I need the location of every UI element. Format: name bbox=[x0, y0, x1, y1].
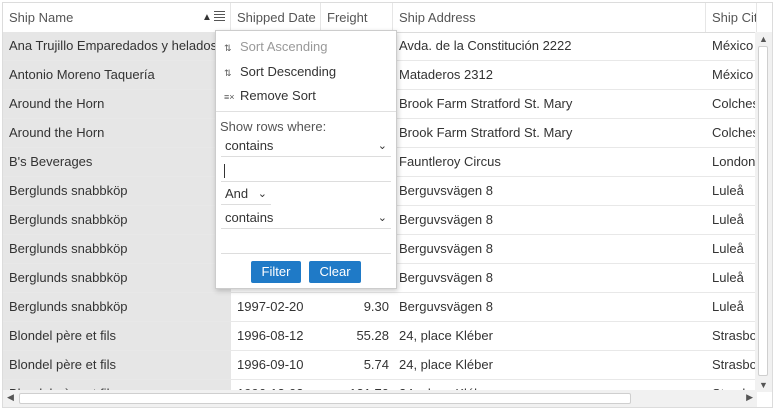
cell-ship-city[interactable]: Luleå bbox=[706, 177, 757, 205]
sort-descending-item[interactable]: ⇅ Sort Descending bbox=[224, 62, 336, 82]
cell-ship-name[interactable]: Berglunds snabbköp bbox=[3, 235, 231, 263]
chevron-down-icon: ⌄ bbox=[377, 212, 387, 224]
cell-ship-name[interactable]: Blondel père et fils bbox=[3, 351, 231, 379]
cell-ship-city[interactable]: Luleå bbox=[706, 206, 757, 234]
cell-ship-name[interactable]: Blondel père et fils bbox=[3, 322, 231, 350]
cell-ship-name[interactable]: Berglunds snabbköp bbox=[3, 177, 231, 205]
cell-freight[interactable]: 55.28 bbox=[321, 322, 393, 350]
remove-sort-item[interactable]: ≡× Remove Sort bbox=[224, 86, 316, 106]
cell-ship-address[interactable]: Berguvsvägen 8 bbox=[393, 177, 706, 205]
cell-ship-city[interactable]: México bbox=[706, 32, 757, 60]
filter-value-2-input[interactable] bbox=[221, 232, 391, 254]
cell-ship-address[interactable]: Brook Farm Stratford St. Mary bbox=[393, 90, 706, 118]
table-row[interactable]: Blondel père et fils 1996-08-12 55.28 24, p… bbox=[3, 322, 757, 351]
column-header-label: Ship Address bbox=[399, 10, 476, 25]
cell-ship-address[interactable]: Mataderos 2312 bbox=[393, 61, 706, 89]
filter-condition-1-value: contains bbox=[225, 138, 274, 153]
scroll-right-icon[interactable]: ▶ bbox=[746, 392, 753, 403]
remove-sort-label: Remove Sort bbox=[240, 88, 316, 103]
cell-ship-name[interactable]: Berglunds snabbköp bbox=[3, 293, 231, 321]
chevron-down-icon: ⌄ bbox=[257, 188, 267, 200]
filter-operator-select[interactable]: And ⌄ bbox=[221, 183, 271, 205]
cell-ship-address[interactable]: 24, place Kléber bbox=[393, 351, 706, 379]
menu-divider bbox=[216, 111, 396, 112]
text-cursor bbox=[224, 164, 225, 178]
table-row[interactable]: Blondel père et fils 1996-09-10 5.74 24, pl… bbox=[3, 351, 757, 380]
cell-ship-city[interactable]: Colchester bbox=[706, 90, 757, 118]
cell-ship-address[interactable]: Fauntleroy Circus bbox=[393, 148, 706, 176]
scroll-up-icon[interactable]: ▲ bbox=[759, 34, 768, 44]
cell-ship-name[interactable]: Berglunds snabbköp bbox=[3, 264, 231, 292]
column-filter-menu: ⇅ Sort Ascending ⇅ Sort Descending ≡× Remov… bbox=[215, 30, 397, 289]
cell-ship-name[interactable]: Ana Trujillo Emparedados y helados bbox=[3, 32, 231, 60]
scroll-down-icon[interactable]: ▼ bbox=[759, 380, 768, 390]
sort-descending-label: Sort Descending bbox=[240, 64, 337, 79]
clear-button[interactable]: Clear bbox=[309, 261, 361, 283]
vertical-scrollbar[interactable]: ▲ ▼ bbox=[755, 32, 772, 392]
cell-ship-city[interactable]: Luleå bbox=[706, 264, 757, 292]
cell-ship-name[interactable]: B's Beverages bbox=[3, 148, 231, 176]
cell-shipped-date[interactable]: 1997-02-20 bbox=[231, 293, 321, 321]
cell-ship-name[interactable]: Around the Horn bbox=[3, 90, 231, 118]
cell-ship-name[interactable]: Berglunds snabbköp bbox=[3, 206, 231, 234]
table-row[interactable]: Berglunds snabbköp 1997-02-20 9.30 Berguvsv… bbox=[3, 293, 757, 322]
cell-shipped-date[interactable]: 1996-08-12 bbox=[231, 322, 321, 350]
show-rows-where-label: Show rows where: bbox=[220, 119, 327, 134]
column-header-label: Ship Name bbox=[9, 10, 74, 25]
column-menu-icon[interactable] bbox=[214, 11, 225, 23]
cell-ship-city[interactable]: Luleå bbox=[706, 235, 757, 263]
cell-ship-address[interactable]: Berguvsvägen 8 bbox=[393, 206, 706, 234]
vertical-scroll-thumb[interactable] bbox=[758, 46, 768, 376]
column-header-ship-city[interactable]: Ship City bbox=[706, 3, 757, 32]
filter-condition-2-value: contains bbox=[225, 210, 274, 225]
filter-button[interactable]: Filter bbox=[251, 261, 301, 283]
column-header-freight[interactable]: Freight bbox=[321, 3, 393, 32]
sort-ascending-icon: ⇅ bbox=[224, 43, 232, 53]
cell-ship-address[interactable]: 24, place Kléber bbox=[393, 322, 706, 350]
cell-freight[interactable]: 5.74 bbox=[321, 351, 393, 379]
column-header-shipped-date[interactable]: Shipped Date bbox=[231, 3, 321, 32]
cell-ship-address[interactable]: Berguvsvägen 8 bbox=[393, 293, 706, 321]
cell-ship-city[interactable]: México bbox=[706, 61, 757, 89]
cell-ship-name[interactable]: Around the Horn bbox=[3, 119, 231, 147]
cell-ship-address[interactable]: Berguvsvägen 8 bbox=[393, 235, 706, 263]
column-header-label: Freight bbox=[327, 10, 368, 25]
sort-ascending-indicator-icon: ▲ bbox=[202, 12, 212, 23]
chevron-down-icon: ⌄ bbox=[377, 140, 387, 152]
horizontal-scroll-thumb[interactable] bbox=[19, 393, 631, 404]
column-header-ship-name[interactable]: Ship Name ▲ bbox=[3, 3, 231, 32]
filter-value-1-input[interactable] bbox=[221, 160, 391, 182]
grid-header: Ship Name ▲ Shipped Date Freight Ship Ad… bbox=[3, 3, 772, 33]
sort-ascending-label: Sort Ascending bbox=[240, 39, 328, 54]
filter-operator-value: And bbox=[225, 186, 249, 201]
cell-ship-city[interactable]: London bbox=[706, 148, 757, 176]
cell-ship-city[interactable]: Luleå bbox=[706, 293, 757, 321]
cell-freight[interactable]: 9.30 bbox=[321, 293, 393, 321]
cell-ship-city[interactable]: Strasbourg bbox=[706, 351, 757, 379]
remove-sort-icon: ≡× bbox=[224, 92, 235, 102]
column-header-label: Ship City bbox=[712, 10, 756, 25]
filter-condition-2-select[interactable]: contains ⌄ bbox=[221, 207, 391, 229]
column-header-label: Shipped Date bbox=[237, 10, 316, 25]
cell-ship-name[interactable]: Antonio Moreno Taquería bbox=[3, 61, 231, 89]
cell-ship-city[interactable]: Colchester bbox=[706, 119, 757, 147]
cell-ship-address[interactable]: Berguvsvägen 8 bbox=[393, 264, 706, 292]
cell-ship-address[interactable]: Brook Farm Stratford St. Mary bbox=[393, 119, 706, 147]
sort-descending-icon: ⇅ bbox=[224, 68, 232, 78]
cell-ship-city[interactable]: Strasbourg bbox=[706, 322, 757, 350]
sort-ascending-item[interactable]: ⇅ Sort Ascending bbox=[224, 37, 327, 57]
column-header-ship-address[interactable]: Ship Address bbox=[393, 3, 706, 32]
scroll-left-icon[interactable]: ◀ bbox=[7, 392, 14, 403]
cell-ship-address[interactable]: Avda. de la Constitución 2222 bbox=[393, 32, 706, 60]
filter-condition-1-select[interactable]: contains ⌄ bbox=[221, 135, 391, 157]
cell-shipped-date[interactable]: 1996-09-10 bbox=[231, 351, 321, 379]
horizontal-scrollbar[interactable]: ◀ ▶ bbox=[3, 390, 757, 407]
